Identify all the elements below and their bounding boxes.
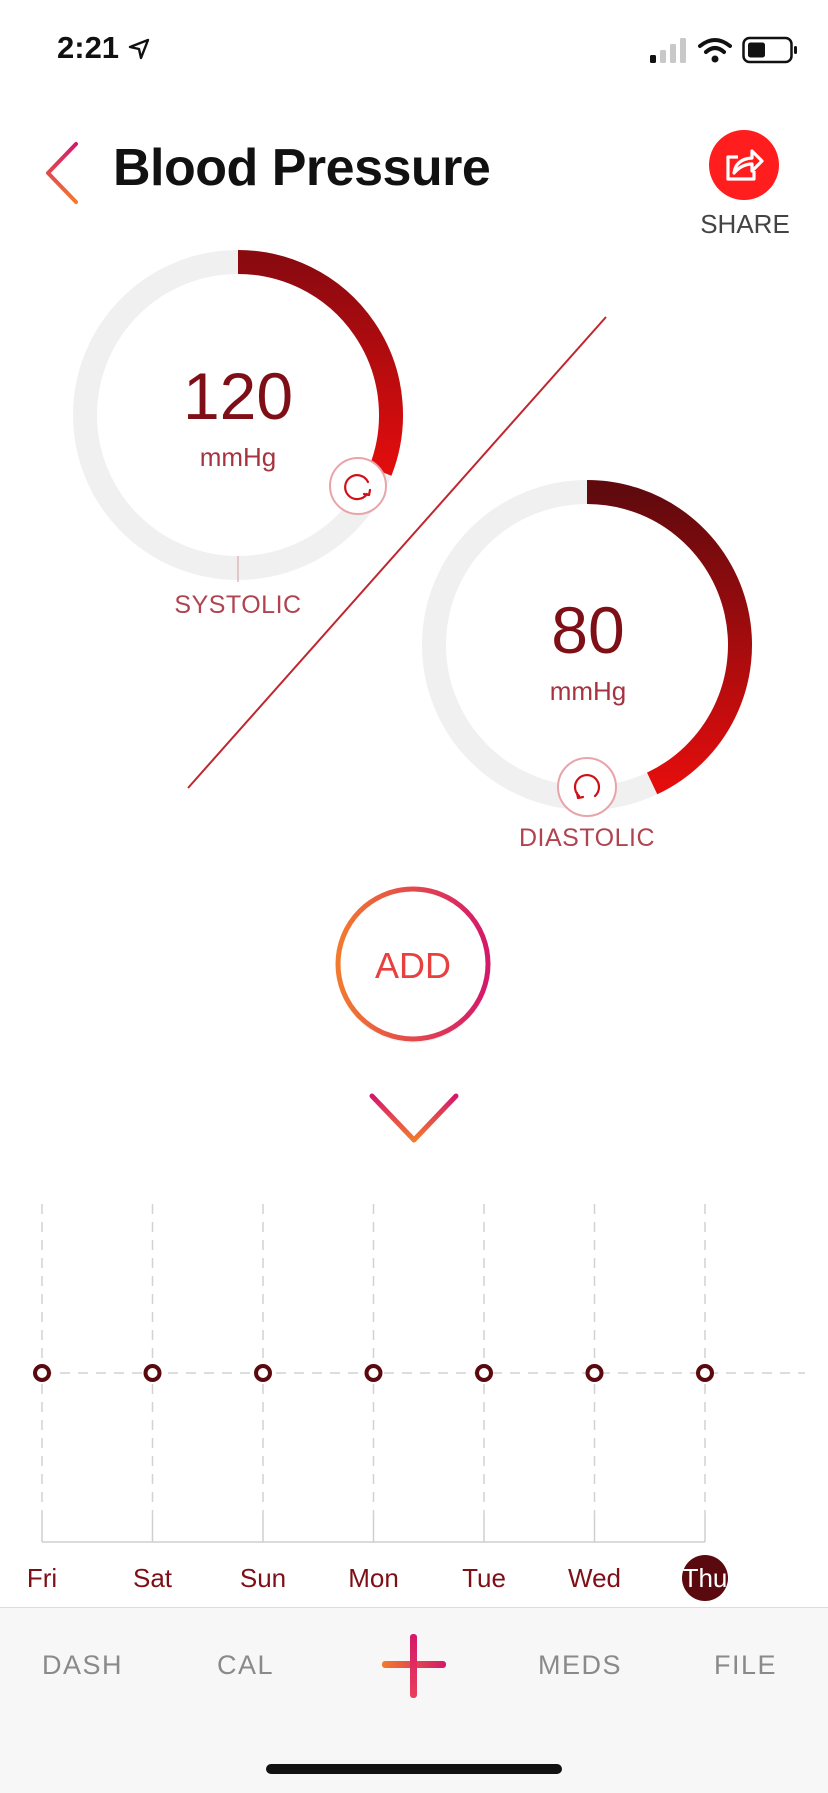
add-button-label[interactable]: ADD <box>333 886 493 1046</box>
location-arrow-icon <box>128 38 149 60</box>
diastolic-label: DIASTOLIC <box>518 824 656 852</box>
signal-icon <box>650 38 686 63</box>
systolic-label: SYSTOLIC <box>174 591 302 619</box>
chart-day-label-tue[interactable]: Tue <box>439 1563 529 1594</box>
chart-day-label-fri[interactable]: Fri <box>0 1563 87 1594</box>
systolic-unit: mmHg <box>199 442 277 472</box>
chart-point-tue[interactable] <box>475 1364 493 1382</box>
share-button[interactable] <box>709 130 779 200</box>
chart-point-thu[interactable] <box>696 1364 714 1382</box>
expand-chevron-icon[interactable] <box>366 1090 462 1146</box>
chart-point-sun[interactable] <box>254 1364 272 1382</box>
tab-file[interactable]: FILE <box>714 1650 777 1681</box>
diastolic-adjust-handle[interactable] <box>556 756 618 818</box>
share-icon <box>726 149 764 181</box>
page-title: Blood Pressure <box>113 139 491 197</box>
tab-cal[interactable]: CAL <box>217 1650 274 1681</box>
chart-day-label-mon[interactable]: Mon <box>329 1563 419 1594</box>
diastolic-unit: mmHg <box>549 676 627 706</box>
chart-day-label-sat[interactable]: Sat <box>108 1563 198 1594</box>
tab-dash[interactable]: DASH <box>42 1650 123 1681</box>
chart-point-sat[interactable] <box>143 1364 162 1382</box>
tab-meds[interactable]: MEDS <box>538 1650 622 1681</box>
history-chart <box>33 1204 805 1601</box>
systolic-value: 120 <box>182 359 294 433</box>
back-chevron-icon[interactable] <box>40 140 86 206</box>
chart-point-fri[interactable] <box>33 1364 51 1382</box>
diastolic-value: 80 <box>551 593 625 667</box>
wifi-icon <box>698 38 732 63</box>
battery-icon <box>742 36 797 64</box>
chart-day-label-thu[interactable]: Thu <box>660 1563 750 1594</box>
chart-point-mon[interactable] <box>364 1364 383 1382</box>
chart-day-label-sun[interactable]: Sun <box>218 1563 308 1594</box>
chart-day-label-wed[interactable]: Wed <box>550 1563 640 1594</box>
systolic-adjust-handle[interactable] <box>328 456 388 516</box>
blood-pressure-gauges <box>73 250 752 810</box>
add-plus-icon[interactable] <box>376 1628 452 1704</box>
status-indicators <box>650 30 798 70</box>
chart-point-wed[interactable] <box>585 1364 604 1382</box>
status-time: 2:21 <box>57 30 150 66</box>
home-indicator <box>266 1764 562 1774</box>
